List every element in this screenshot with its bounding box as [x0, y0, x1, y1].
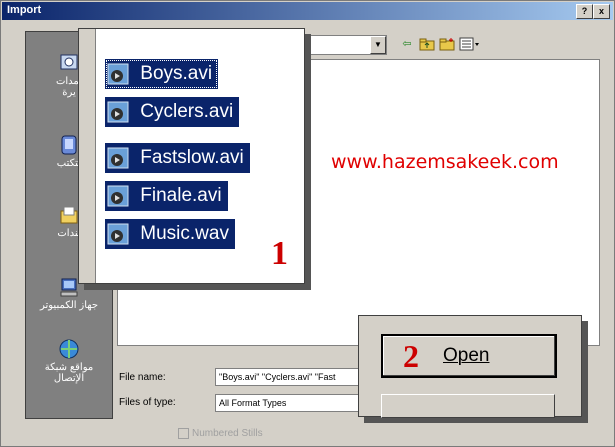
file-item-music[interactable]: Music.wav — [105, 219, 235, 249]
cancel-button[interactable] — [381, 394, 555, 418]
place-network-label: مواقع شبكة الإتصال — [44, 362, 94, 384]
numbered-stills-checkbox[interactable]: Numbered Stills — [178, 428, 263, 439]
help-button[interactable]: ? — [576, 4, 593, 19]
file-item-fastslow[interactable]: Fastslow.avi — [105, 143, 250, 173]
file-selection-callout: Boys.avi Cyclers.avi Fastslow.avi Finale… — [78, 28, 305, 284]
file-item-label: Music.wav — [140, 223, 229, 244]
my-computer-icon — [60, 278, 78, 297]
file-item-label: Fastslow.avi — [140, 147, 244, 168]
watermark-url: www.hazemsakeek.com — [331, 151, 559, 173]
video-file-icon — [107, 185, 129, 207]
new-folder-icon[interactable] — [439, 37, 455, 51]
video-file-icon — [107, 147, 129, 169]
file-item-label: Finale.avi — [140, 185, 222, 206]
callout-left-strip — [79, 29, 96, 283]
desktop-icon — [61, 135, 77, 155]
recent-icon — [60, 54, 78, 70]
video-file-icon — [107, 63, 129, 85]
audio-file-icon — [107, 223, 129, 245]
place-my-computer-label: جهاز الكمبيوتر — [39, 300, 99, 311]
file-item-finale[interactable]: Finale.avi — [105, 181, 228, 211]
title-bar: Import ? x — [2, 2, 613, 20]
window-title: Import — [7, 4, 42, 16]
up-folder-icon[interactable] — [419, 37, 435, 51]
step-number-1: 1 — [271, 235, 288, 272]
place-network[interactable]: مواقع شبكة الإتصال — [26, 338, 112, 384]
files-of-type-select[interactable]: All Format Types — [215, 394, 366, 412]
look-in-dropdown[interactable]: ▼ — [301, 35, 387, 55]
documents-icon — [60, 206, 78, 224]
views-menu-icon[interactable] — [459, 37, 481, 51]
dialog-toolbar: ⇦ — [399, 37, 509, 53]
file-item-cyclers[interactable]: Cyclers.avi — [105, 97, 240, 127]
close-button[interactable]: x — [593, 4, 610, 19]
files-of-type-label: Files of type: — [119, 397, 176, 408]
open-button-label: Open — [443, 345, 490, 366]
back-arrow-icon[interactable]: ⇦ — [399, 37, 415, 51]
open-button[interactable]: 2 Open — [381, 334, 557, 378]
chevron-down-icon[interactable]: ▼ — [370, 36, 386, 54]
open-button-callout: 2 Open — [358, 315, 582, 418]
file-item-boys[interactable]: Boys.avi — [105, 59, 219, 89]
file-item-label: Cyclers.avi — [140, 101, 234, 122]
video-file-icon — [107, 101, 129, 123]
file-item-label: Boys.avi — [140, 63, 213, 84]
file-name-label: File name: — [119, 372, 166, 383]
file-name-field[interactable]: "Boys.avi" "Cyclers.avi" "Fast — [215, 368, 366, 386]
network-icon — [59, 339, 79, 359]
numbered-stills-label: Numbered Stills — [192, 428, 263, 440]
step-number-2: 2 — [403, 338, 419, 374]
